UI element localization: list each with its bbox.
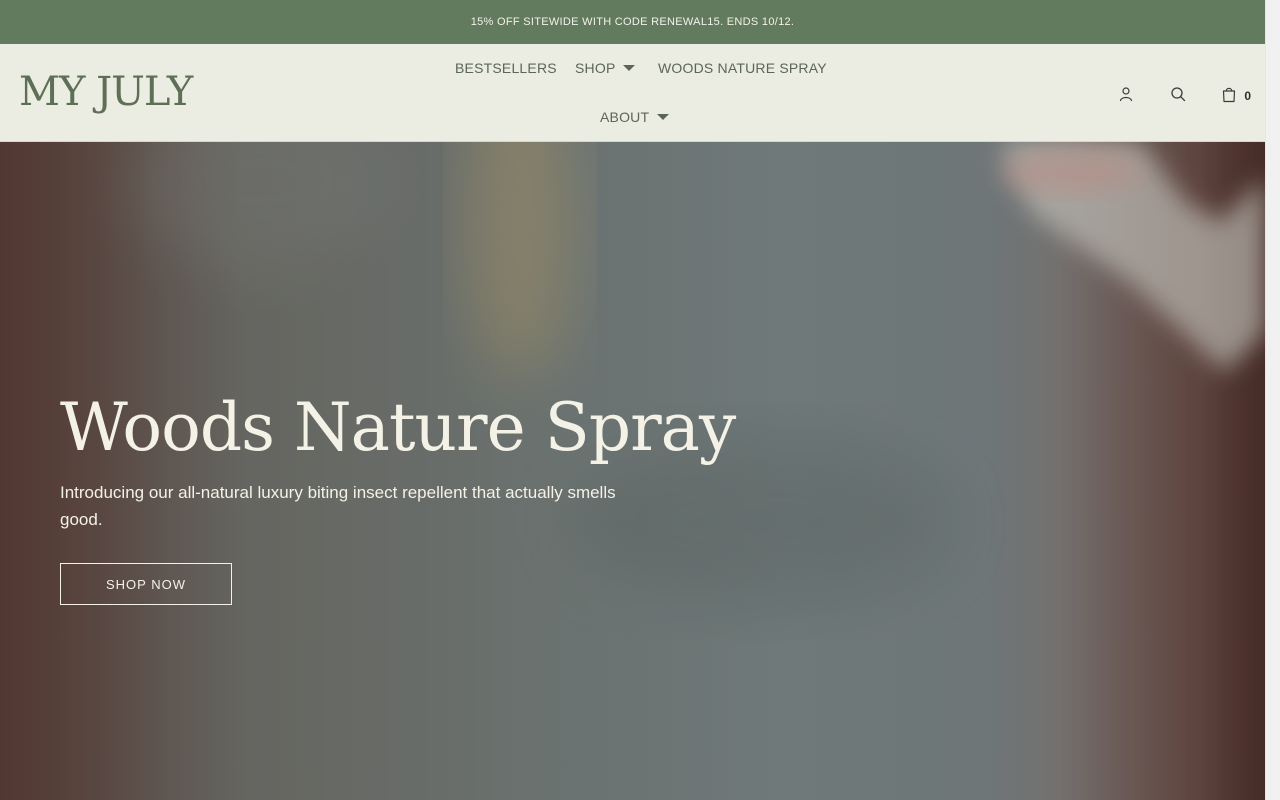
nav-item-label: SHOP [575,60,616,76]
main-navigation: BESTSELLERS SHOP WOODS NATURE SPRAY ABOU… [0,44,1265,142]
chevron-down-icon [623,65,636,71]
announcement-text: 15% OFF SITEWIDE WITH CODE RENEWAL15. EN… [470,16,795,28]
shop-now-button[interactable]: SHOP NOW [60,563,232,605]
nav-item-woods-nature-spray[interactable]: WOODS NATURE SPRAY [658,60,827,76]
hero-content: Woods Nature Spray Introducing our all-n… [60,395,760,605]
announcement-bar: 15% OFF SITEWIDE WITH CODE RENEWAL15. EN… [0,0,1265,44]
hero-subtitle: Introducing our all-natural luxury bitin… [60,483,616,529]
hero-title: Woods Nature Spray [60,389,736,466]
search-icon [1170,86,1186,107]
hero-banner: Woods Nature Spray Introducing our all-n… [0,142,1265,800]
user-icon [1118,86,1134,107]
scrollbar[interactable] [1265,0,1280,800]
header-actions: 0 [1117,85,1251,108]
page: 15% OFF SITEWIDE WITH CODE RENEWAL15. EN… [0,0,1280,800]
nav-item-label: ABOUT [600,109,650,125]
chevron-down-icon [657,114,670,120]
nav-item-about[interactable]: ABOUT [600,109,670,125]
nav-item-label: BESTSELLERS [455,60,557,76]
site-header: MY JULY BESTSELLERS SHOP WOODS NATURE SP… [0,44,1265,142]
nav-item-bestsellers[interactable]: BESTSELLERS [455,60,557,76]
cart-count-badge: 0 [1244,88,1251,103]
account-button[interactable] [1117,86,1135,107]
nav-item-label: WOODS NATURE SPRAY [658,60,827,76]
nav-item-shop[interactable]: SHOP [575,60,636,76]
shopping-bag-icon [1221,85,1237,108]
cart-button[interactable]: 0 [1221,85,1251,108]
search-button[interactable] [1169,86,1187,107]
